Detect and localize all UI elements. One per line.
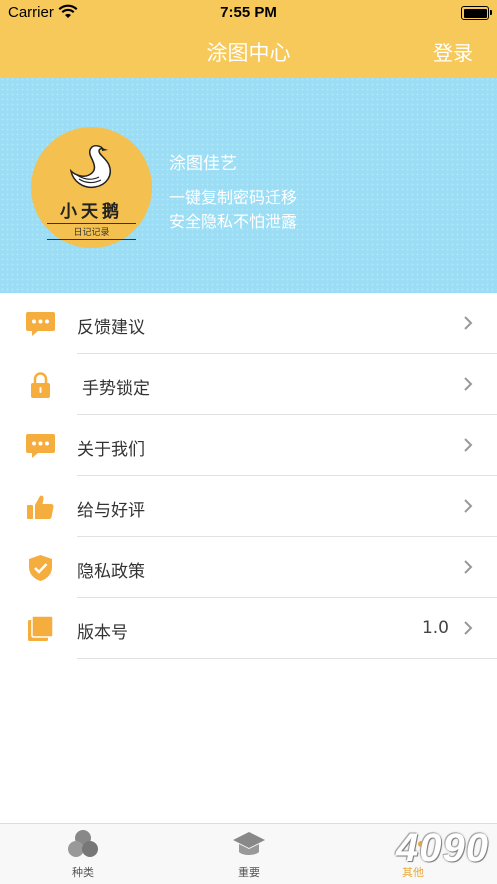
menu-label: 关于我们 [77, 440, 145, 460]
layers-icon [28, 615, 54, 641]
banner-title: 涂图佳艺 [169, 154, 237, 174]
menu-item-feedback[interactable]: 反馈建议 [0, 293, 497, 354]
chevron-right-icon [464, 499, 473, 513]
profile-banner: 小天鹅 日记记录 涂图佳艺 一键复制密码迁移 安全隐私不怕泄露 [0, 77, 497, 293]
login-button[interactable]: 登录 [433, 37, 473, 66]
settings-menu: 反馈建议 手势锁定 关于我们 给与好评 隐私政策 版本号 1.0 [0, 293, 497, 659]
menu-item-privacy-policy[interactable]: 隐私政策 [0, 537, 497, 598]
chevron-right-icon [464, 560, 473, 574]
graduation-cap-icon [233, 832, 265, 855]
chevron-right-icon [464, 438, 473, 452]
shield-check-icon [29, 555, 52, 581]
swan-icon [69, 145, 111, 189]
menu-label: 版本号 [77, 623, 128, 643]
clock: 7:55 PM [220, 4, 277, 21]
lock-icon [31, 372, 50, 398]
logo-name: 小天鹅 [60, 202, 123, 222]
tab-label: 种类 [72, 866, 94, 879]
circles-icon [68, 830, 98, 857]
app-logo: 小天鹅 日记记录 [31, 127, 152, 248]
navigation-header: Carrier 7:55 PM 涂图中心 登录 [0, 0, 497, 77]
chat-bubble-icon [26, 312, 55, 336]
banner-tagline-2: 安全隐私不怕泄露 [169, 212, 298, 231]
menu-label: 隐私政策 [77, 562, 145, 582]
tab-label: 重要 [238, 866, 260, 879]
chevron-right-icon [464, 316, 473, 330]
chevron-right-icon [464, 377, 473, 391]
watermark-logo: 4090 [396, 826, 489, 870]
divider [77, 658, 497, 659]
logo-subtitle: 日记记录 [47, 223, 136, 240]
tab-categories[interactable]: 种类 [43, 828, 123, 880]
chat-bubble-icon [26, 434, 55, 458]
banner-tagline-1: 一键复制密码迁移 [169, 188, 298, 207]
menu-label: 反馈建议 [77, 318, 145, 338]
version-value: 1.0 [421, 618, 449, 638]
battery-icon [461, 6, 492, 20]
menu-item-rate[interactable]: 给与好评 [0, 476, 497, 537]
menu-item-gesture-lock[interactable]: 手势锁定 [0, 354, 497, 415]
tab-important[interactable]: 重要 [209, 828, 289, 880]
chevron-right-icon [464, 621, 473, 635]
menu-label: 手势锁定 [82, 379, 150, 399]
menu-item-version[interactable]: 版本号 1.0 [0, 598, 497, 659]
status-bar: Carrier 7:55 PM [0, 0, 497, 26]
menu-label: 给与好评 [77, 501, 145, 521]
thumbs-up-icon [27, 495, 54, 520]
menu-item-about[interactable]: 关于我们 [0, 415, 497, 476]
page-title: 涂图中心 [206, 41, 291, 65]
